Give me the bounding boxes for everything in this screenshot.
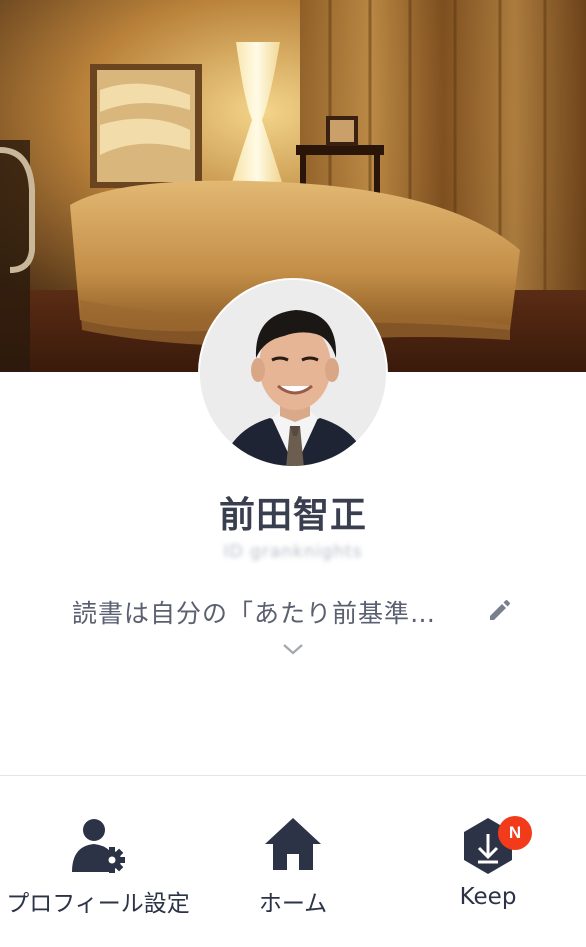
home-icon (263, 814, 323, 874)
nav-label: ホーム (258, 891, 328, 917)
chevron-down-icon (283, 644, 303, 655)
nav-label: プロフィール設定 (6, 891, 190, 917)
profile-avatar[interactable] (198, 278, 388, 468)
expand-status-button[interactable] (278, 638, 308, 660)
edit-status-button[interactable] (484, 594, 516, 626)
new-badge: N (498, 816, 532, 850)
profile-name: 前田智正 (218, 495, 367, 536)
bottom-nav-divider (0, 775, 586, 776)
avatar-photo (200, 280, 386, 466)
line-id: ID granknights (223, 542, 363, 562)
status-message-row: 読書は自分の「あたり前基準… (0, 590, 586, 630)
status-message[interactable]: 読書は自分の「あたり前基準… (72, 594, 472, 630)
nav-home[interactable]: ホーム (196, 800, 390, 930)
nav-label: Keep (459, 884, 517, 910)
user-settings-icon (66, 814, 130, 878)
nav-keep[interactable]: N Keep (390, 800, 586, 930)
nav-profile-settings[interactable]: プロフィール設定 (0, 800, 196, 930)
pencil-icon (490, 600, 510, 620)
